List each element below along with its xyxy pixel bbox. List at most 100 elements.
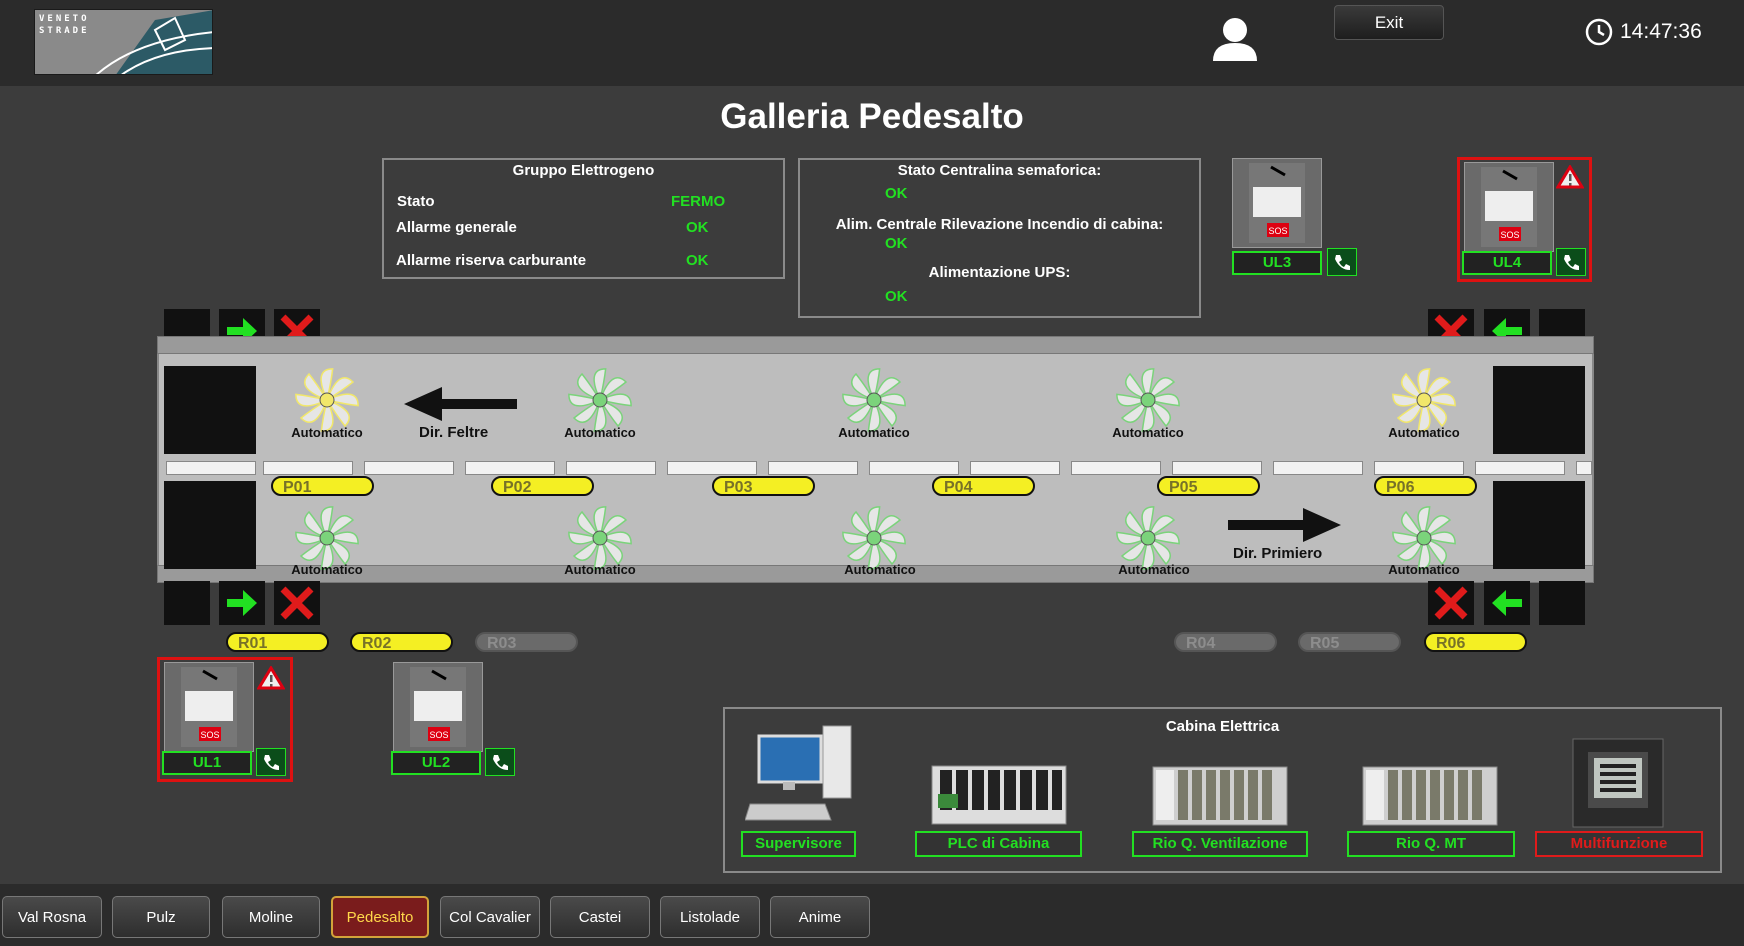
portal-right-bottom [1493,481,1585,569]
direction-right-label: Dir. Primiero [1233,545,1323,562]
r-tag-r06[interactable]: R06 [1424,632,1527,652]
lane-mark [1576,461,1592,475]
p-tag-p04[interactable]: P04 [932,476,1035,496]
signal-blank [164,581,210,625]
sos-ul3[interactable]: SOS [1232,158,1322,248]
direction-arrow-right-icon [1228,505,1343,550]
lane-mark [364,461,454,475]
generator-fuel-value: OK [686,252,709,269]
sos-panel-image: SOS [164,662,254,752]
fan-mode-label: Automatico [1388,562,1460,577]
signal-blank [1539,581,1585,625]
lane-mark [970,461,1060,475]
ul1-label[interactable]: UL1 [162,751,252,775]
plc-label[interactable]: PLC di Cabina [915,831,1082,857]
sos-ul2[interactable]: SOS [393,662,483,752]
sos-text: SOS [429,730,448,740]
direction-arrow-left-icon [402,384,517,429]
p-tag-p05[interactable]: P05 [1157,476,1260,496]
plc-cabinet-icon[interactable] [930,764,1068,831]
ups-value: OK [885,288,908,305]
nav-pedesalto[interactable]: Pedesalto [331,896,429,938]
nav-col-cavalier[interactable]: Col Cavalier [440,896,540,938]
lane-mark [667,461,757,475]
nav-moline[interactable]: Moline [222,896,320,938]
multifunction-meter-icon[interactable] [1572,738,1664,833]
sos-ul4[interactable]: SOS [1464,162,1554,252]
fan-mode-label: Automatico [844,562,916,577]
phone-icon[interactable] [485,748,515,776]
generator-stato-value: FERMO [671,193,726,210]
user-icon[interactable] [1210,15,1260,68]
direction-left-label: Dir. Feltre [419,424,489,441]
phone-icon[interactable] [1327,248,1357,276]
generator-title: Gruppo Elettrogeno [512,162,655,179]
lane-arrow-left-icon[interactable] [1484,581,1530,625]
cabina-title: Cabina Elettrica [1165,718,1280,735]
multifunction-label[interactable]: Multifunzione [1535,831,1703,857]
lane-mark [1172,461,1262,475]
nav-listolade[interactable]: Listolade [660,896,760,938]
r-tag-r05[interactable]: R05 [1298,632,1401,652]
phone-icon[interactable] [1556,248,1586,276]
fire-label: Alim. Centrale Rilevazione Incendio di c… [835,216,1164,233]
status-panel: Stato Centralina semaforica: OK Alim. Ce… [798,158,1201,318]
fan-mode-label: Automatico [564,425,636,440]
p-tag-p06[interactable]: P06 [1374,476,1477,496]
nav-pulz[interactable]: Pulz [112,896,210,938]
ul4-label[interactable]: UL4 [1462,251,1552,275]
p-tag-p01[interactable]: P01 [271,476,374,496]
lane-arrow-right-icon[interactable] [219,581,265,625]
nav-val-rosna[interactable]: Val Rosna [2,896,102,938]
fan-mode-label: Automatico [1388,425,1460,440]
sos-ul1[interactable]: SOS [164,662,254,752]
top-bar [0,0,1744,86]
r-tag-r02[interactable]: R02 [350,632,453,652]
sos-panel-image: SOS [1232,158,1322,248]
fire-value: OK [885,235,908,252]
generator-alarm-value: OK [686,219,709,236]
lane-mark [1374,461,1464,475]
lane-closed-x-icon[interactable] [1428,581,1474,625]
sos-text: SOS [1268,226,1287,236]
rio-mt-icon[interactable] [1362,766,1498,831]
lane-mark [566,461,656,475]
p-tag-p02[interactable]: P02 [491,476,594,496]
veneto-strade-logo: VENETO STRADE [34,9,213,75]
rio-mt-label[interactable]: Rio Q. MT [1347,831,1515,857]
fan-mode-label: Automatico [1118,562,1190,577]
nav-anime[interactable]: Anime [770,896,870,938]
r-tag-r03[interactable]: R03 [475,632,578,652]
supervisor-label[interactable]: Supervisore [741,831,856,857]
clock: 14:47:36 [1584,17,1702,47]
ul2-label[interactable]: UL2 [391,751,481,775]
exit-button[interactable]: Exit [1334,5,1444,40]
fan-mode-label: Automatico [838,425,910,440]
lane-mark [1273,461,1363,475]
sos-panel-image: SOS [393,662,483,752]
rio-ventilation-icon[interactable] [1152,766,1288,831]
lane-mark [768,461,858,475]
rio-ventilation-label[interactable]: Rio Q. Ventilazione [1132,831,1308,857]
lane-closed-x-icon[interactable] [274,581,320,625]
page-title: Galleria Pedesalto [720,97,1024,136]
sos-text: SOS [1500,230,1519,240]
phone-icon[interactable] [256,748,286,776]
r-tag-r01[interactable]: R01 [226,632,329,652]
sos-panel-image: SOS [1464,162,1554,252]
lane-mark [1071,461,1161,475]
nav-castei[interactable]: Castei [550,896,650,938]
generator-panel: Gruppo Elettrogeno Stato FERMO Allarme g… [382,158,785,279]
generator-fuel-label: Allarme riserva carburante [396,252,587,269]
r-tag-r04[interactable]: R04 [1174,632,1277,652]
clock-time: 14:47:36 [1620,20,1702,43]
traffic-value: OK [885,185,908,202]
portal-left-bottom [164,481,256,569]
supervisor-computer-icon[interactable] [744,724,855,829]
warning-icon [256,665,286,695]
fan-mode-label: Automatico [291,562,363,577]
fan-mode-label: Automatico [291,425,363,440]
p-tag-p03[interactable]: P03 [712,476,815,496]
tunnel-top-wall [157,336,1594,354]
ul3-label[interactable]: UL3 [1232,251,1322,275]
